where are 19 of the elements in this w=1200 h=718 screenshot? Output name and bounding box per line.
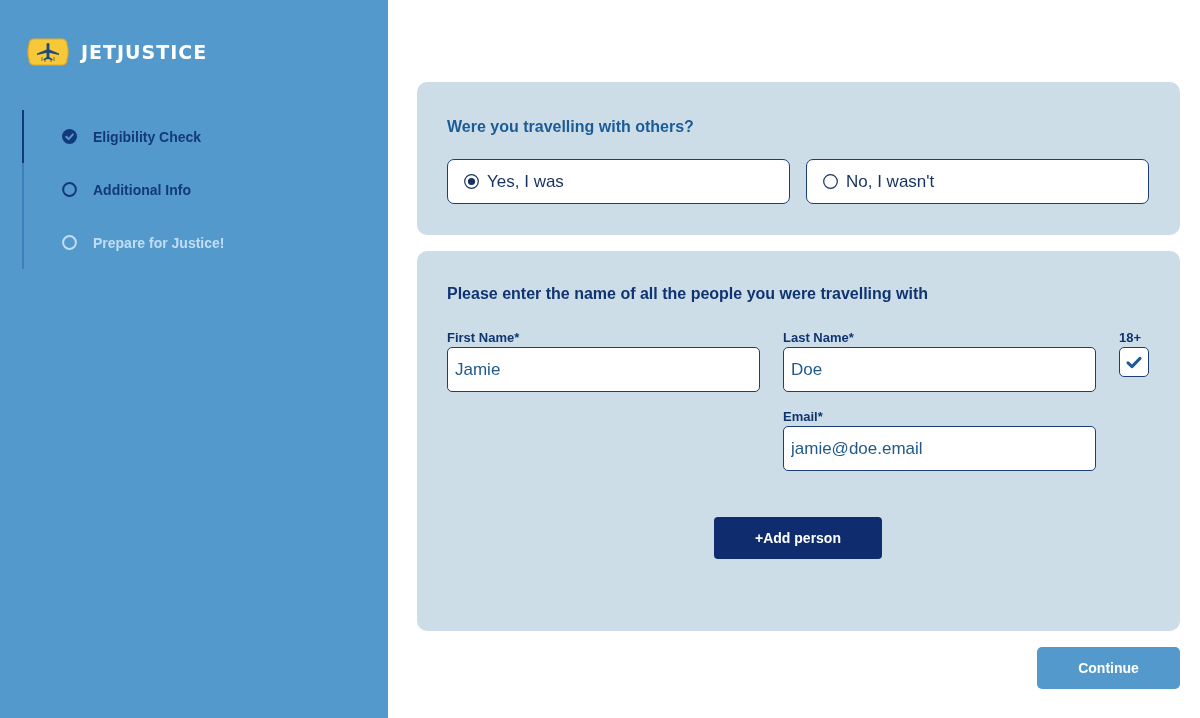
email-field[interactable]: jamie@doe.email <box>783 426 1096 471</box>
add-person-button[interactable]: +Add person <box>714 517 882 559</box>
airplane-logo-icon <box>27 37 69 67</box>
step-label: Eligibility Check <box>93 128 202 145</box>
field-label: Last Name* <box>783 330 854 346</box>
checkbox-label: 18+ <box>1119 330 1142 346</box>
field-label: First Name* <box>447 330 520 346</box>
checkbox[interactable] <box>1119 347 1149 377</box>
radio-option[interactable]: Yes, I was <box>447 159 790 204</box>
step-label: Additional Info <box>93 181 191 198</box>
last-name-field[interactable]: Doe <box>783 347 1096 392</box>
check-icon <box>1126 355 1142 369</box>
first-name-field[interactable]: Jamie <box>447 347 760 392</box>
step-label: Prepare for Justice! <box>93 234 225 251</box>
question-title: Were you travelling with others? <box>447 117 695 137</box>
field-label: Email* <box>783 409 823 425</box>
radio-option[interactable]: No, I wasn't <box>806 159 1149 204</box>
brand-name: JETJUSTICE <box>81 40 208 65</box>
section-title: Please enter the name of all the people you were travelling with <box>447 284 930 304</box>
